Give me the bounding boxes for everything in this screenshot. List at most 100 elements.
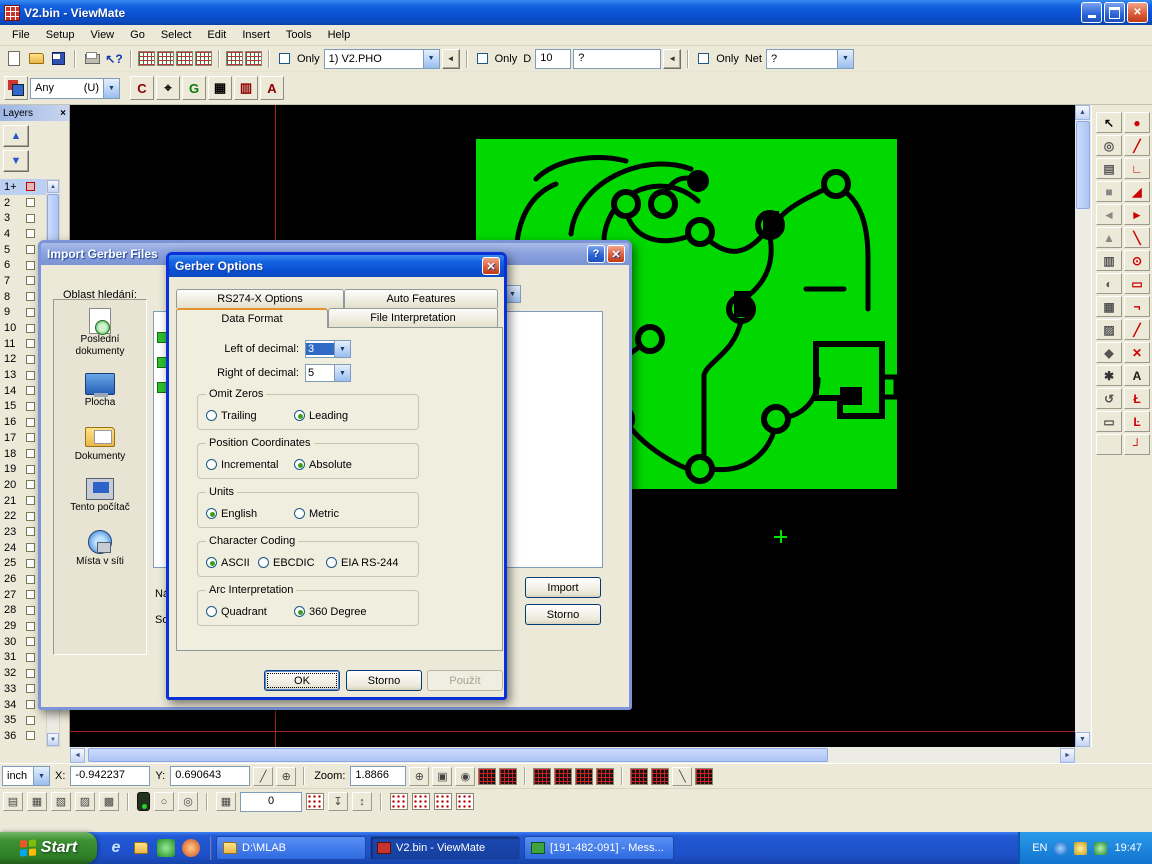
grid-icon[interactable] bbox=[575, 768, 593, 785]
radio-trailing[interactable]: Trailing bbox=[206, 410, 294, 422]
tab-data-format[interactable]: Data Format bbox=[176, 308, 328, 328]
print-icon[interactable] bbox=[82, 49, 102, 69]
grid-icon[interactable] bbox=[630, 768, 648, 785]
menu-item-edit[interactable]: Edit bbox=[199, 27, 234, 43]
tool-icon[interactable]: ╱ bbox=[1124, 319, 1150, 340]
place-item[interactable]: Místa v síti bbox=[56, 528, 144, 568]
only-net-checkbox[interactable] bbox=[698, 53, 709, 64]
layer-color-swatch[interactable] bbox=[26, 292, 35, 301]
browser-icon[interactable] bbox=[182, 839, 200, 857]
layer-combo[interactable]: 1) V2.PHO ▼ bbox=[324, 49, 440, 69]
tool-icon[interactable]: ▨ bbox=[1096, 319, 1122, 340]
menu-item-help[interactable]: Help bbox=[320, 27, 359, 43]
tool-icon[interactable]: ╱ bbox=[1124, 135, 1150, 156]
toolbar-grid-icon[interactable] bbox=[176, 51, 193, 66]
layer-color-swatch[interactable] bbox=[26, 229, 35, 238]
layer-color-swatch[interactable] bbox=[26, 418, 35, 427]
dot-grid-icon[interactable] bbox=[306, 793, 324, 810]
tool-icon[interactable]: ◄ bbox=[1096, 204, 1122, 225]
tool-icon[interactable]: ◢ bbox=[1124, 181, 1150, 202]
menu-item-tools[interactable]: Tools bbox=[278, 27, 320, 43]
tool-icon[interactable]: ✕ bbox=[1124, 342, 1150, 363]
radio-metric[interactable]: Metric bbox=[294, 508, 339, 520]
restore-button[interactable] bbox=[1104, 2, 1125, 23]
dot-grid-icon[interactable] bbox=[456, 793, 474, 810]
anchor-down-icon[interactable]: ↧ bbox=[328, 792, 348, 811]
layer-up-button[interactable]: ▲ bbox=[3, 125, 29, 147]
layer-color-swatch[interactable] bbox=[26, 669, 35, 678]
radio-360-degree[interactable]: 360 Degree bbox=[294, 606, 367, 618]
tool-icon[interactable]: ► bbox=[1124, 204, 1150, 225]
open-file-icon[interactable] bbox=[26, 49, 46, 69]
tool-icon[interactable]: ⊙ bbox=[1124, 250, 1150, 271]
menu-item-setup[interactable]: Setup bbox=[38, 27, 83, 43]
menu-item-view[interactable]: View bbox=[82, 27, 122, 43]
tool-icon[interactable]: ╲ bbox=[1124, 227, 1150, 248]
context-help-icon[interactable]: ↖? bbox=[104, 49, 124, 69]
dcode-input[interactable]: 10 bbox=[535, 49, 571, 69]
radio-eia-rs-244[interactable]: EIA RS-244 bbox=[326, 557, 398, 569]
tool-icon[interactable]: ▲ bbox=[1096, 227, 1122, 248]
chevron-down-icon[interactable]: ▼ bbox=[837, 50, 853, 68]
zoom-field[interactable]: 1.8866 bbox=[350, 766, 406, 786]
ok-button[interactable]: OK bbox=[264, 670, 340, 691]
layer-row[interactable]: 3 bbox=[0, 210, 46, 226]
layer-color-swatch[interactable] bbox=[26, 559, 35, 568]
dot-grid-icon[interactable] bbox=[390, 793, 408, 810]
scroll-down-icon[interactable]: ▼ bbox=[1075, 732, 1090, 747]
internet-explorer-icon[interactable]: e bbox=[107, 839, 125, 857]
prev-layer-button[interactable]: ◄ bbox=[442, 49, 460, 69]
layer-color-swatch[interactable] bbox=[26, 245, 35, 254]
tool-icon[interactable]: Ł bbox=[1124, 388, 1150, 409]
dcode-shape-field[interactable]: ? bbox=[573, 49, 661, 69]
chevron-down-icon[interactable]: ▼ bbox=[103, 79, 119, 98]
layer-color-swatch[interactable] bbox=[26, 386, 35, 395]
scrollbar-thumb[interactable] bbox=[88, 748, 828, 762]
tool-icon[interactable]: ↖ bbox=[1096, 112, 1122, 133]
layer-color-swatch[interactable] bbox=[26, 308, 35, 317]
tray-network-icon[interactable] bbox=[1054, 842, 1067, 855]
left-of-decimal-combo[interactable]: 3 ▼ bbox=[305, 340, 351, 358]
layers-stack-icon[interactable]: ▩ bbox=[99, 792, 119, 811]
layer-color-swatch[interactable] bbox=[26, 575, 35, 584]
window-grid-icon[interactable]: ▦ bbox=[216, 792, 236, 811]
highlight-tool-icon[interactable]: ▥ bbox=[234, 76, 258, 100]
layer-color-swatch[interactable] bbox=[26, 324, 35, 333]
place-item[interactable]: Plocha bbox=[56, 371, 144, 409]
layer-color-swatch[interactable] bbox=[26, 527, 35, 536]
layers-stack-icon[interactable]: ▦ bbox=[27, 792, 47, 811]
layer-color-swatch[interactable] bbox=[26, 214, 35, 223]
scrollbar-thumb[interactable] bbox=[1076, 121, 1090, 209]
grid-icon[interactable] bbox=[533, 768, 551, 785]
tool-icon[interactable]: ▤ bbox=[1096, 158, 1122, 179]
menu-item-select[interactable]: Select bbox=[153, 27, 200, 43]
grid-icon[interactable] bbox=[695, 768, 713, 785]
layer-color-swatch[interactable] bbox=[26, 684, 35, 693]
layer-color-swatch[interactable] bbox=[26, 653, 35, 662]
select-mode-icon[interactable] bbox=[4, 76, 28, 100]
layer-color-swatch[interactable] bbox=[26, 543, 35, 552]
dot-grid-icon[interactable] bbox=[412, 793, 430, 810]
grid-icon[interactable] bbox=[651, 768, 669, 785]
status-light-icon[interactable] bbox=[137, 792, 150, 811]
layer-color-swatch[interactable] bbox=[26, 606, 35, 615]
new-file-icon[interactable] bbox=[4, 49, 24, 69]
layer-color-swatch[interactable] bbox=[26, 622, 35, 631]
zoom-select-icon[interactable]: ◉ bbox=[455, 767, 475, 786]
layers-stack-icon[interactable]: ▨ bbox=[75, 792, 95, 811]
scroll-up-icon[interactable]: ▲ bbox=[47, 180, 59, 193]
tool-icon[interactable]: ↺ bbox=[1096, 388, 1122, 409]
layer-color-swatch[interactable] bbox=[26, 261, 35, 270]
radio-english[interactable]: English bbox=[206, 508, 294, 520]
chevron-down-icon[interactable]: ▼ bbox=[334, 341, 350, 357]
dot-grid-icon[interactable] bbox=[434, 793, 452, 810]
diagonal-tool-icon[interactable]: ╲ bbox=[672, 767, 692, 786]
tool-icon[interactable]: ✱ bbox=[1096, 365, 1122, 386]
radio-quadrant[interactable]: Quadrant bbox=[206, 606, 294, 618]
tool-icon[interactable]: ┘ bbox=[1124, 434, 1150, 455]
title-bar[interactable]: V2.bin - ViewMate ✕ bbox=[0, 0, 1152, 25]
zoom-in-icon[interactable]: ⊕ bbox=[409, 767, 429, 786]
layers-stack-icon[interactable]: ▧ bbox=[51, 792, 71, 811]
probe-icon[interactable]: ◎ bbox=[178, 792, 198, 811]
radio-leading[interactable]: Leading bbox=[294, 410, 348, 422]
